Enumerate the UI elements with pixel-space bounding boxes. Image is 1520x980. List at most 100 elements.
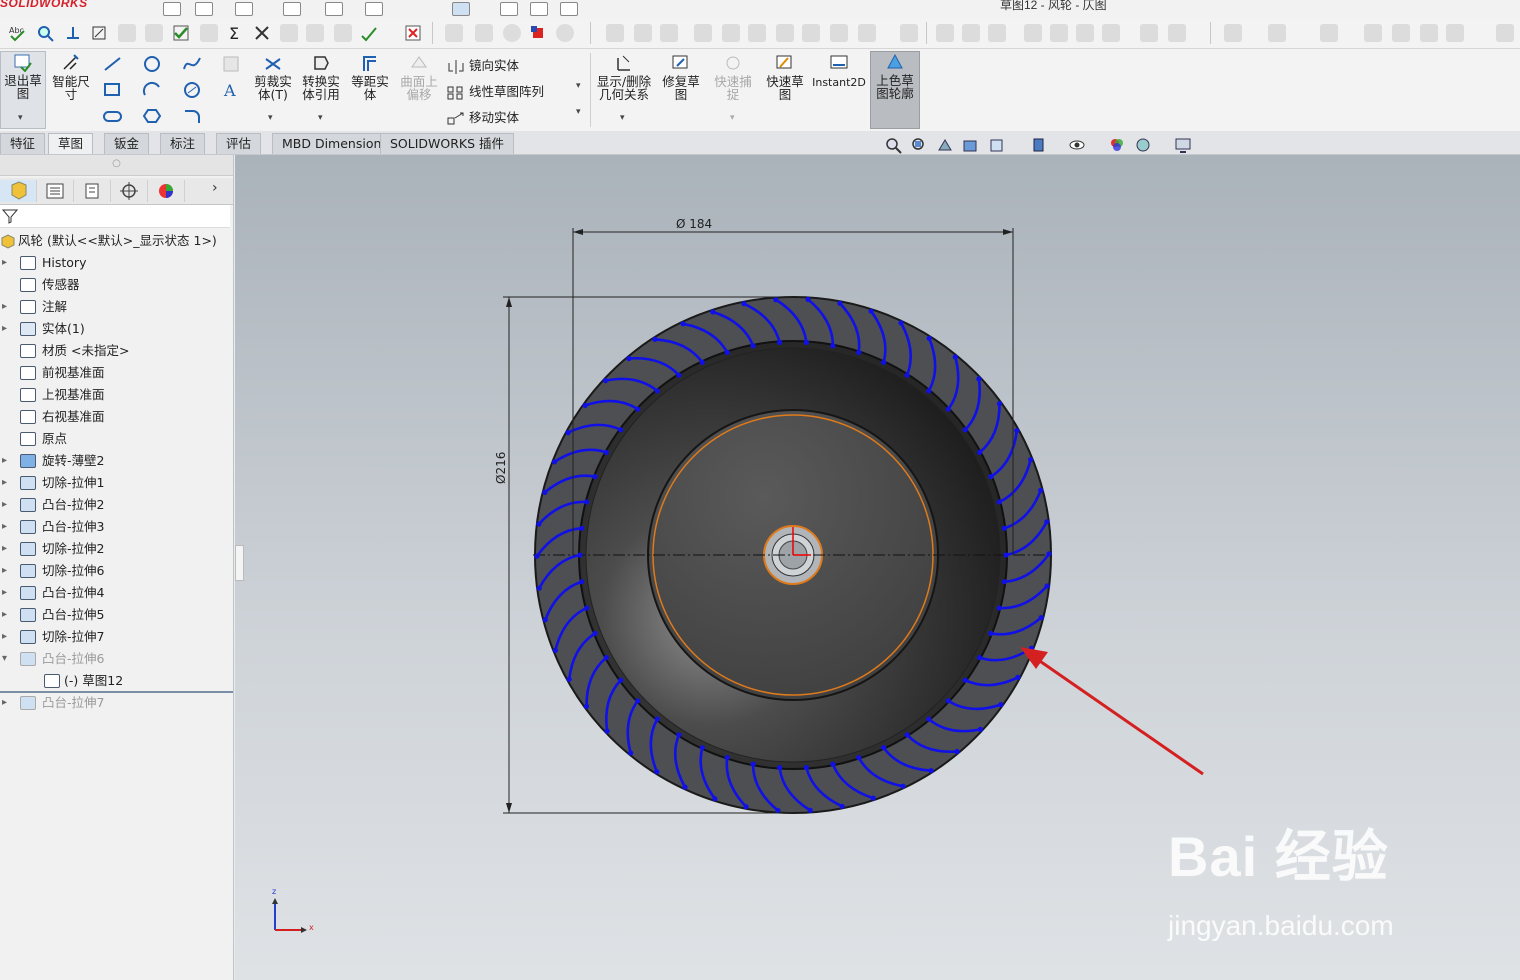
print-icon[interactable]	[325, 2, 343, 16]
zoom-area-icon[interactable]	[910, 136, 928, 154]
tree-item-9[interactable]: ▸ 旋转-薄壁2	[0, 450, 233, 472]
tree-item-13[interactable]: ▸ 切除-拉伸2	[0, 538, 233, 560]
blade-endpoint[interactable]	[542, 489, 548, 495]
tree-item-8[interactable]: 原点	[0, 428, 233, 450]
blade-endpoint[interactable]	[988, 474, 994, 480]
blade-endpoint[interactable]	[565, 430, 571, 436]
blade-endpoint[interactable]	[604, 728, 610, 734]
blade-endpoint[interactable]	[652, 336, 658, 342]
property-manager-tab[interactable]	[37, 180, 74, 202]
blade-endpoint[interactable]	[868, 308, 874, 314]
rapid-sketch-button[interactable]: 快速草 图	[762, 53, 808, 101]
trim-dropdown-arrow[interactable]: ▾	[268, 113, 273, 123]
tab-2[interactable]: 钣金	[104, 133, 150, 154]
stop-red-icon[interactable]	[529, 24, 547, 42]
blade-endpoint[interactable]	[1001, 525, 1007, 531]
blade-endpoint[interactable]	[603, 449, 609, 455]
blade-endpoint[interactable]	[988, 630, 994, 637]
blade-endpoint[interactable]	[628, 750, 634, 756]
blade-endpoint[interactable]	[830, 761, 836, 767]
home-icon[interactable]	[163, 2, 181, 16]
expand-arrow-icon[interactable]: ▸	[2, 472, 7, 494]
filter-funnel-icon[interactable]	[2, 208, 18, 224]
blade-endpoint[interactable]	[803, 765, 810, 771]
undo-icon[interactable]	[365, 2, 383, 16]
apply-scene-icon[interactable]	[1134, 136, 1152, 154]
blade-endpoint[interactable]	[856, 755, 862, 761]
tree-item-5[interactable]: 前视基准面	[0, 362, 233, 384]
blade-endpoint[interactable]	[881, 745, 887, 751]
blade-endpoint[interactable]	[839, 803, 845, 809]
blade-endpoint[interactable]	[928, 768, 934, 774]
blade-endpoint[interactable]	[654, 388, 660, 394]
blade-endpoint[interactable]	[1015, 674, 1021, 681]
arc-tool-icon[interactable]	[142, 81, 164, 99]
tree-item-1[interactable]: 传感器	[0, 274, 233, 296]
blade-endpoint[interactable]	[1014, 428, 1020, 434]
blade-endpoint[interactable]	[583, 703, 590, 710]
blade-endpoint[interactable]	[945, 698, 951, 704]
expand-arrow-icon[interactable]: ▸	[2, 318, 7, 340]
tree-item-17[interactable]: ▸ 切除-拉伸7	[0, 626, 233, 648]
options-gear-icon[interactable]	[560, 2, 578, 16]
blade-endpoint[interactable]	[952, 354, 958, 360]
expand-arrow-icon[interactable]: ▸	[2, 296, 7, 318]
tree-item-11[interactable]: ▸ 凸台-拉伸2	[0, 494, 233, 516]
tree-item-16[interactable]: ▸ 凸台-拉伸5	[0, 604, 233, 626]
slot-tool-icon[interactable]	[102, 107, 124, 125]
polygon-tool-icon[interactable]	[182, 81, 204, 99]
blade-endpoint[interactable]	[724, 349, 730, 355]
dimxpert-tab[interactable]	[111, 180, 148, 202]
blade-endpoint[interactable]	[1046, 551, 1052, 557]
blade-endpoint[interactable]	[1001, 579, 1007, 585]
blade-endpoint[interactable]	[1038, 615, 1044, 621]
tab-1[interactable]: 草图	[48, 133, 94, 154]
blade-endpoint[interactable]	[682, 784, 688, 790]
blade-endpoint[interactable]	[676, 732, 682, 738]
display-style-icon[interactable]	[1030, 136, 1048, 154]
configuration-manager-tab[interactable]	[74, 180, 111, 202]
panel-tabs-more-chevron[interactable]: ›	[212, 180, 218, 196]
blade-endpoint[interactable]	[592, 630, 598, 637]
blade-endpoint[interactable]	[603, 378, 609, 384]
tree-item-10[interactable]: ▸ 切除-拉伸1	[0, 472, 233, 494]
expand-arrow-icon[interactable]: ▸	[2, 626, 7, 648]
blade-endpoint[interactable]	[945, 406, 951, 412]
blade-endpoint[interactable]	[654, 716, 660, 722]
blade-endpoint[interactable]	[777, 765, 783, 771]
tree-item-19[interactable]: (-) 草图12	[0, 670, 233, 692]
blade-endpoint[interactable]	[954, 748, 960, 755]
tree-item-6[interactable]: 上视基准面	[0, 384, 233, 406]
blade-endpoint[interactable]	[552, 647, 559, 653]
blade-endpoint[interactable]	[1028, 457, 1034, 463]
view-orientation-icon[interactable]	[988, 136, 1006, 154]
tab-6[interactable]: SOLIDWORKS 插件	[380, 133, 515, 154]
tree-item-2[interactable]: ▸ 注解	[0, 296, 233, 318]
blade-endpoint[interactable]	[618, 677, 624, 683]
blade-endpoint[interactable]	[750, 343, 756, 349]
blade-endpoint[interactable]	[592, 474, 598, 480]
blade-endpoint[interactable]	[626, 355, 632, 362]
tree-item-0[interactable]: ▸ History	[0, 252, 233, 274]
blade-endpoint[interactable]	[962, 427, 968, 433]
expand-arrow-icon[interactable]: ▸	[2, 560, 7, 582]
shaded-sketch-contours-button[interactable]: 上色草 图轮廓	[870, 51, 920, 129]
blade-endpoint[interactable]	[536, 521, 542, 527]
spline-tool-icon[interactable]	[182, 55, 204, 73]
display-manager-tab[interactable]	[148, 180, 185, 202]
blade-endpoint[interactable]	[536, 585, 542, 591]
circle-tool-icon[interactable]	[142, 55, 164, 73]
tab-4[interactable]: 评估	[216, 133, 262, 154]
spell-check-icon[interactable]: Abc	[8, 24, 26, 42]
smart-dimension-button[interactable]: 智能尺 寸	[48, 53, 94, 101]
blade-endpoint[interactable]	[542, 617, 548, 623]
blade-endpoint[interactable]	[579, 525, 585, 531]
tab-3[interactable]: 标注	[160, 133, 206, 154]
pattern-dropdown-arrow[interactable]: ▾	[576, 81, 581, 91]
blade-endpoint[interactable]	[900, 783, 906, 789]
blade-endpoint[interactable]	[1044, 519, 1050, 525]
panel-collapse-handle[interactable]: ○	[0, 155, 233, 176]
blade-endpoint[interactable]	[926, 335, 932, 341]
blade-endpoint[interactable]	[743, 804, 749, 810]
convert-entities-button[interactable]: 转换实 体引用	[298, 53, 344, 101]
